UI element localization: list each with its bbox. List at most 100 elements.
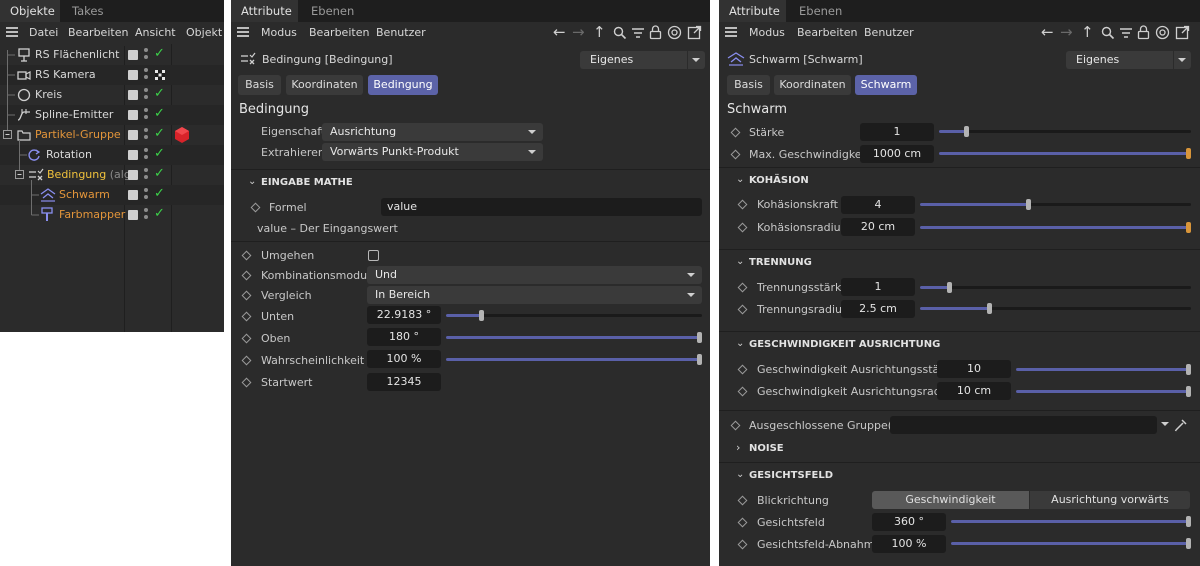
noise-header[interactable]: NOISE xyxy=(749,443,784,454)
slider-knob[interactable] xyxy=(964,126,969,137)
wahrscheinlichkeit-input[interactable]: 100 % xyxy=(367,350,441,368)
search-icon[interactable] xyxy=(1101,26,1115,40)
oben-input[interactable]: 180 ° xyxy=(367,328,441,346)
kohaesion-header[interactable]: KOHÄSION xyxy=(749,175,809,186)
tab-button-koordinaten[interactable]: Koordinaten xyxy=(286,75,363,95)
menu-benutzer[interactable]: Benutzer xyxy=(376,26,426,39)
keyframe-diamond-icon[interactable] xyxy=(730,127,741,138)
keyframe-diamond-icon[interactable] xyxy=(241,333,252,344)
umgehen-checkbox[interactable] xyxy=(368,250,379,261)
chevron-down-icon[interactable] xyxy=(1161,422,1169,426)
chevron-right-icon[interactable]: › xyxy=(736,441,740,454)
back-arrow-icon[interactable]: ← xyxy=(1041,23,1054,41)
forward-arrow-icon[interactable]: → xyxy=(1060,23,1073,41)
kombinationsmodus-dropdown[interactable]: Und xyxy=(367,266,702,284)
slider-knob[interactable] xyxy=(1186,538,1191,549)
formel-input[interactable]: value xyxy=(381,198,702,216)
visibility-dots[interactable] xyxy=(143,166,149,184)
keyframe-diamond-icon[interactable] xyxy=(737,386,748,397)
tab-objekte[interactable]: Objekte xyxy=(0,0,60,22)
keyframe-diamond-icon[interactable] xyxy=(241,355,252,366)
enabled-check-icon[interactable]: ✓ xyxy=(154,106,165,121)
chevron-down-icon[interactable]: ⌄ xyxy=(736,256,744,267)
keyframe-diamond-icon[interactable] xyxy=(737,495,748,506)
gesichtsfeld-header[interactable]: GESICHTSFELD xyxy=(749,470,833,481)
slider-knob[interactable] xyxy=(1186,148,1191,159)
chevron-down-icon[interactable]: ⌄ xyxy=(248,176,256,187)
keyframe-diamond-icon[interactable] xyxy=(241,270,252,281)
target-icon[interactable] xyxy=(1155,25,1170,40)
enabled-check-icon[interactable]: ✓ xyxy=(154,166,165,181)
slider-knob[interactable] xyxy=(987,303,992,314)
geschwindigkeit-ausrichtung-header[interactable]: GESCHWINDIGKEIT AUSRICHTUNG xyxy=(749,339,940,350)
tab-attribute[interactable]: Attribute xyxy=(231,0,298,22)
slider-knob[interactable] xyxy=(1186,516,1191,527)
visibility-dots[interactable] xyxy=(143,146,149,164)
back-arrow-icon[interactable]: ← xyxy=(553,23,566,41)
menu-modus[interactable]: Modus xyxy=(261,26,297,39)
slider-knob[interactable] xyxy=(1186,386,1191,397)
up-arrow-icon[interactable]: ↑ xyxy=(1081,23,1094,41)
menu-objekt[interactable]: Objekt xyxy=(186,26,222,39)
startwert-input[interactable]: 12345 xyxy=(367,373,441,391)
trennungsradius-input[interactable]: 2.5 cm xyxy=(841,300,915,318)
menu-icon[interactable] xyxy=(237,27,249,37)
layer-swatch[interactable] xyxy=(128,210,138,220)
layer-swatch[interactable] xyxy=(128,110,138,120)
vergleich-dropdown[interactable]: In Bereich xyxy=(367,286,702,304)
gesichtsfeld-slider[interactable] xyxy=(951,516,1191,527)
kohaesionskraft-input[interactable]: 4 xyxy=(841,196,915,214)
keyframe-diamond-icon[interactable] xyxy=(737,282,748,293)
redshift-tag-icon[interactable] xyxy=(174,126,190,144)
gesichtsfeld-abnahme-slider[interactable] xyxy=(951,538,1191,549)
tab-button-schwarm[interactable]: Schwarm xyxy=(855,75,917,95)
lock-icon[interactable] xyxy=(1137,25,1150,40)
enabled-check-icon[interactable]: ✓ xyxy=(154,146,165,161)
keyframe-diamond-icon[interactable] xyxy=(241,290,252,301)
blickrichtung-option-ausrichtung[interactable]: Ausrichtung vorwärts xyxy=(1030,491,1190,509)
filter-icon[interactable] xyxy=(1119,27,1133,39)
tab-button-koordinaten[interactable]: Koordinaten xyxy=(774,75,851,95)
tab-button-basis[interactable]: Basis xyxy=(727,75,770,95)
trennungsstaerke-slider[interactable] xyxy=(920,282,1191,293)
new-window-icon[interactable] xyxy=(1175,25,1190,40)
ausrichtungsstaerke-slider[interactable] xyxy=(1016,364,1191,375)
filter-icon[interactable] xyxy=(631,27,645,39)
tab-ebenen[interactable]: Ebenen xyxy=(301,0,364,22)
trennungsstaerke-input[interactable]: 1 xyxy=(841,278,915,296)
new-window-icon[interactable] xyxy=(687,25,702,40)
keyframe-diamond-icon[interactable] xyxy=(737,364,748,375)
eingabe-mathe-header[interactable]: EINGABE MATHE xyxy=(261,177,353,188)
menu-modus[interactable]: Modus xyxy=(749,26,785,39)
visibility-dots[interactable] xyxy=(143,46,149,64)
menu-datei[interactable]: Datei xyxy=(29,26,58,39)
layer-swatch[interactable] xyxy=(128,70,138,80)
enabled-check-icon[interactable]: ✓ xyxy=(154,46,165,61)
keyframe-diamond-icon[interactable] xyxy=(241,377,252,388)
chevron-down-icon[interactable]: ⌄ xyxy=(736,338,744,349)
max-geschwindigkeit-slider[interactable] xyxy=(939,148,1191,159)
enabled-check-icon[interactable]: ✓ xyxy=(154,206,165,221)
up-arrow-icon[interactable]: ↑ xyxy=(593,23,606,41)
gesichtsfeld-input[interactable]: 360 ° xyxy=(872,513,946,531)
camera-target-icon[interactable] xyxy=(154,69,166,81)
lock-icon[interactable] xyxy=(649,25,662,40)
unten-slider[interactable] xyxy=(446,310,702,321)
menu-bearbeiten[interactable]: Bearbeiten xyxy=(797,26,857,39)
gesichtsfeld-abnahme-input[interactable]: 100 % xyxy=(872,535,946,553)
menu-icon[interactable] xyxy=(725,27,737,37)
slider-knob[interactable] xyxy=(697,332,702,343)
blickrichtung-option-geschwindigkeit[interactable]: Geschwindigkeit xyxy=(872,491,1029,509)
extrahieren-dropdown[interactable]: Vorwärts Punkt-Produkt xyxy=(322,143,543,161)
tab-takes[interactable]: Takes xyxy=(62,0,114,22)
keyframe-diamond-icon[interactable] xyxy=(737,517,748,528)
kohaesionsradius-slider[interactable] xyxy=(920,222,1191,233)
keyframe-diamond-icon[interactable] xyxy=(737,304,748,315)
staerke-slider[interactable] xyxy=(939,126,1191,137)
layer-swatch[interactable] xyxy=(128,150,138,160)
keyframe-diamond-icon[interactable] xyxy=(730,149,741,160)
keyframe-diamond-icon[interactable] xyxy=(250,202,261,213)
preset-dropdown[interactable]: Eigenes xyxy=(1066,51,1191,69)
chevron-down-icon[interactable]: ⌄ xyxy=(736,469,744,480)
visibility-dots[interactable] xyxy=(143,126,149,144)
